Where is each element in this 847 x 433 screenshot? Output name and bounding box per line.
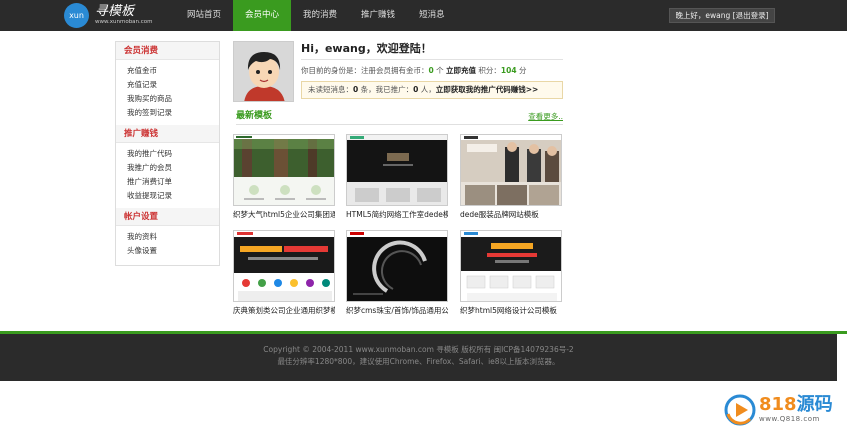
footer-browser-note: 最佳分辨率1280*800，建议使用Chrome、Firefox、Safari、…: [277, 357, 560, 366]
template-caption[interactable]: HTML5简约网络工作室dede模: [346, 210, 448, 220]
divider: [301, 59, 563, 60]
footer: Copyright © 2004-2011 www.xunmoban.com 寻…: [0, 334, 837, 381]
user-greeting-logout[interactable]: 晚上好，ewang [退出登录]: [669, 8, 775, 23]
template-card[interactable]: HTML5简约网络工作室dede模: [346, 134, 448, 226]
forest-thumbnail-icon: [234, 135, 334, 205]
templates-header: 最新模板 查看更多..: [236, 109, 563, 125]
sidebar-item-withdraw-records[interactable]: 收益提现记录: [127, 189, 219, 203]
template-thumbnail[interactable]: [346, 230, 448, 302]
points-label: 积分：: [478, 66, 501, 75]
notice-suffix: 人，: [420, 85, 436, 94]
studio-thumbnail-icon: [347, 135, 447, 205]
avatar: [233, 41, 294, 102]
identity-info: 你目前的身份是：注册会员拥有金币：0 个 立即充值 积分：104 分: [301, 65, 526, 77]
promo-code-link[interactable]: 立即获取我的推广代码赚钱>>: [436, 85, 539, 94]
promoted-count: 0: [413, 85, 419, 94]
sidebar-list: 我的推广代码 我推广的会员 推广消费订单 收益提现记录: [116, 143, 219, 208]
sidebar-list: 充值金币 充值记录 我购买的商品 我的签到记录: [116, 60, 219, 125]
fashion-thumbnail-icon: [461, 135, 561, 205]
avatar-cartoon-icon: [234, 42, 293, 101]
sidebar-item-promo-code[interactable]: 我的推广代码: [127, 147, 219, 161]
event-thumbnail-icon: [234, 231, 334, 301]
sidebar-item-promo-orders[interactable]: 推广消费订单: [127, 175, 219, 189]
points-unit: 分: [518, 66, 527, 75]
sidebar-item-avatar-settings[interactable]: 头像设置: [127, 244, 219, 258]
jewelry-thumbnail-icon: [347, 231, 447, 301]
sidebar: 会员消费 充值金币 充值记录 我购买的商品 我的签到记录 推广赚钱 我的推广代码…: [115, 41, 220, 266]
template-caption[interactable]: 庆典策划类公司企业通用织梦模: [233, 306, 335, 316]
template-thumbnail[interactable]: [460, 230, 562, 302]
section-title: 最新模板: [236, 111, 273, 121]
nav-messages[interactable]: 短消息: [407, 0, 457, 31]
sidebar-item-my-profile[interactable]: 我的资料: [127, 230, 219, 244]
sidebar-item-purchased-goods[interactable]: 我购买的商品: [127, 92, 219, 106]
template-caption[interactable]: 织梦html5网络设计公司模板: [460, 306, 562, 316]
template-thumbnail[interactable]: [346, 134, 448, 206]
notice-prefix: 未读短消息：: [308, 85, 353, 94]
coin-count: 0: [428, 66, 434, 75]
logo-url: www.xunmoban.com: [95, 19, 153, 25]
sidebar-group-title: 帐户设置: [116, 208, 219, 226]
template-caption[interactable]: dede服装品牌网站模板: [460, 210, 562, 220]
watermark-text: 818源码 www.Q818.com: [759, 395, 833, 424]
recharge-link[interactable]: 立即充值: [446, 66, 476, 75]
template-card[interactable]: dede服装品牌网站模板: [460, 134, 562, 226]
sidebar-item-recharge-coins[interactable]: 充值金币: [127, 64, 219, 78]
sidebar-item-promoted-members[interactable]: 我推广的会员: [127, 161, 219, 175]
template-caption[interactable]: 织梦cms珠宝/首饰/饰品通用公: [346, 306, 448, 316]
template-card[interactable]: 织梦大气html5企业公司集团通用: [233, 134, 335, 226]
view-more-link[interactable]: 查看更多..: [528, 110, 563, 123]
watermark: 818源码 www.Q818.com: [724, 386, 847, 433]
points-value: 104: [500, 66, 517, 75]
nav-promotion[interactable]: 推广赚钱: [349, 0, 407, 31]
template-thumbnail[interactable]: [460, 134, 562, 206]
play-logo-icon: [724, 394, 756, 425]
sidebar-group-title: 推广赚钱: [116, 125, 219, 143]
logo-badge: xun: [64, 3, 89, 28]
watermark-cn: 源码: [796, 394, 833, 415]
main-nav: 网站首页 会员中心 我的消费 推广赚钱 短消息: [175, 0, 457, 31]
template-card[interactable]: 庆典策划类公司企业通用织梦模: [233, 230, 335, 322]
template-thumbnail[interactable]: [233, 230, 335, 302]
nav-member-center[interactable]: 会员中心: [233, 0, 292, 31]
footer-copyright: Copyright © 2004-2011 www.xunmoban.com 寻…: [263, 345, 574, 354]
sidebar-item-recharge-records[interactable]: 充值记录: [127, 78, 219, 92]
notice-mid: 条，我已推广：: [360, 85, 414, 94]
sidebar-list: 我的资料 头像设置: [116, 226, 219, 263]
sidebar-group-title: 会员消费: [116, 42, 219, 60]
site-logo[interactable]: xun 寻模板 www.xunmoban.com: [64, 3, 153, 28]
template-caption[interactable]: 织梦大气html5企业公司集团通用: [233, 210, 335, 220]
nav-my-consumption[interactable]: 我的消费: [291, 0, 349, 31]
logo-text: 寻模板 www.xunmoban.com: [95, 5, 153, 26]
watermark-url: www.Q818.com: [759, 415, 820, 423]
watermark-brand: 818源码: [759, 395, 833, 415]
template-card[interactable]: 织梦html5网络设计公司模板: [460, 230, 562, 322]
watermark-num: 818: [759, 394, 797, 415]
notice-bar: 未读短消息：0 条，我已推广：0 人，立即获取我的推广代码赚钱>>: [301, 81, 563, 99]
identity-prefix: 你目前的身份是：注册会员拥有金币：: [301, 66, 429, 75]
template-thumbnail[interactable]: [233, 134, 335, 206]
design-thumbnail-icon: [461, 231, 561, 301]
nav-home[interactable]: 网站首页: [175, 0, 233, 31]
top-bar: xun 寻模板 www.xunmoban.com 网站首页 会员中心 我的消费 …: [0, 0, 847, 31]
template-card[interactable]: 织梦cms珠宝/首饰/饰品通用公: [346, 230, 448, 322]
greeting-title: Hi，ewang，欢迎登陆！: [301, 42, 432, 55]
coin-unit: 个: [436, 66, 444, 75]
logo-title: 寻模板: [95, 4, 135, 19]
sidebar-item-signin-records[interactable]: 我的签到记录: [127, 106, 219, 120]
unread-count: 0: [353, 85, 359, 94]
